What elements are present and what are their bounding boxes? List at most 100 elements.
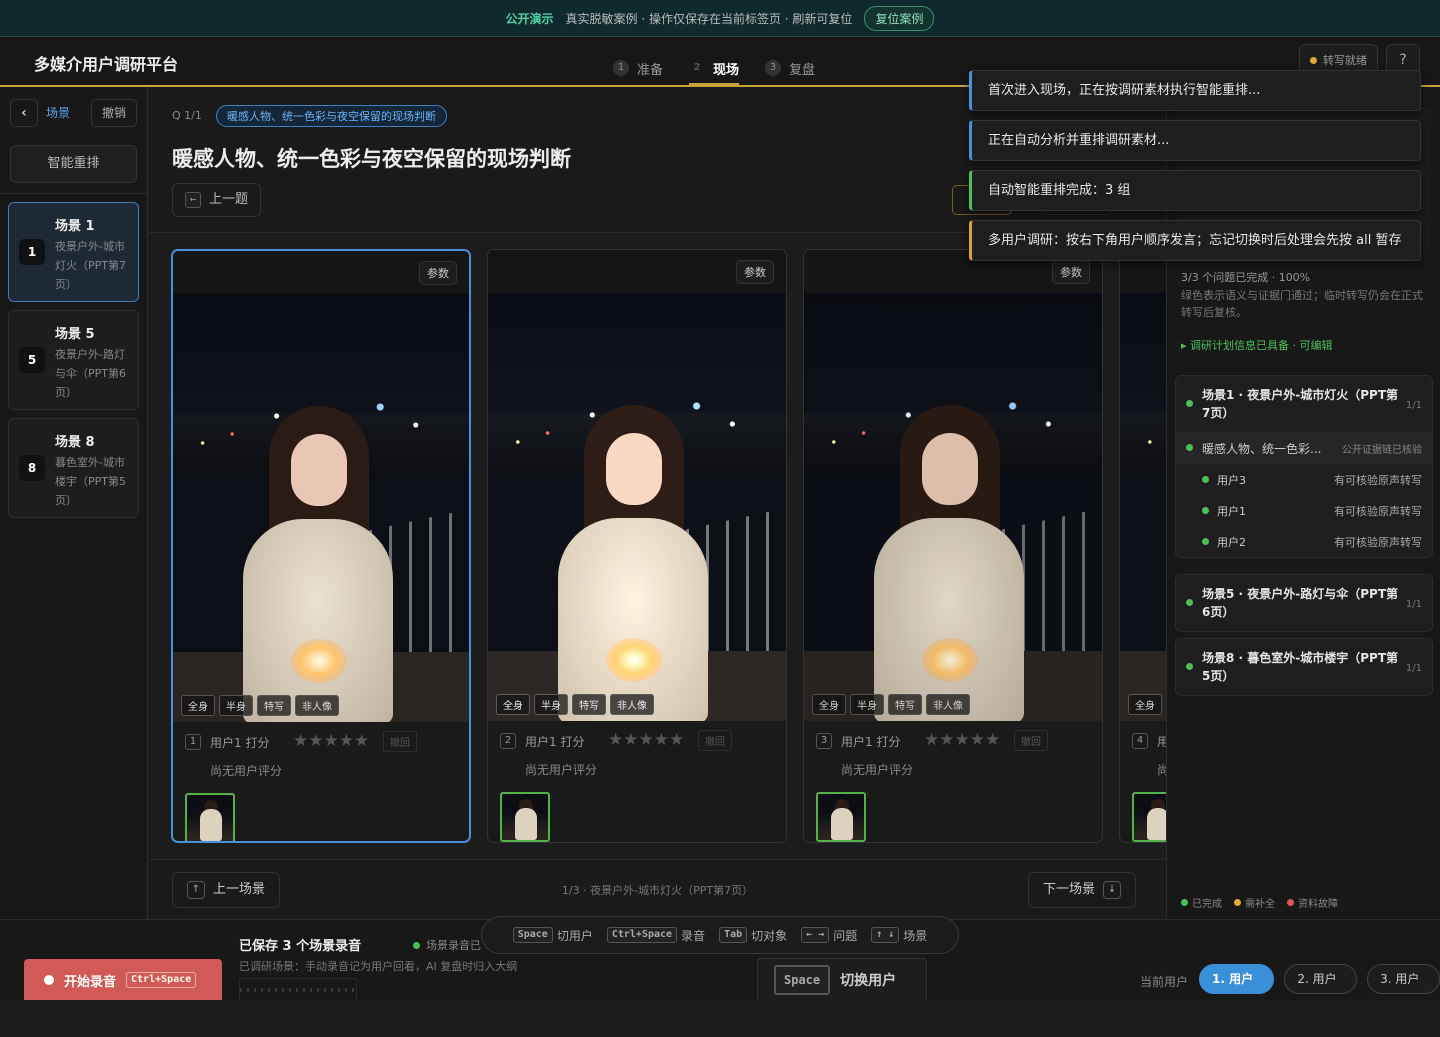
group-title: 场景5 · 夜景户外-路灯与伞（PPT第6页） [1202,587,1399,619]
tag-non-portrait[interactable]: 非人像 [295,695,339,716]
app-title: 多媒介用户调研平台 [34,55,179,74]
status-dot-icon [1186,599,1193,606]
toast-info[interactable]: 首次进入现场，正在按调研素材执行智能重排... [969,70,1421,111]
question-title: 暖感人物、统一色彩与夜空保留的现场判断 [172,147,571,171]
shortcut-switch-user: Space 切用户 [512,927,593,944]
scene-desc: 夜景户外-路灯与伞（PPT第6页） [55,348,126,399]
divider [0,193,147,194]
toast-info[interactable]: 正在自动分析并重排调研素材... [969,120,1421,161]
card-index: 1 [185,734,201,750]
photo-card[interactable]: 参数 全身 半身 特写 非人像 2 用户1 打分 ★★★★★ 撤回 尚无用户评分 [487,249,787,843]
scene-number: 5 [19,347,45,373]
group-title: 场景8 · 暮色室外-城市楼宇（PPT第5页） [1202,651,1399,683]
prev-question-button[interactable]: ← 上一题 [172,183,262,217]
left-arrow-icon: ← [185,192,202,208]
scene-title: 场景 8 [55,435,95,450]
back-button[interactable]: ‹ [10,99,38,127]
legend-incomplete: 需补全 [1234,895,1275,910]
star-rating[interactable]: ★★★★★ [608,730,684,750]
record-icon [44,975,54,985]
smart-reorder-button[interactable]: 智能重排 [10,145,137,183]
scene-desc: 暮色室外-城市楼宇（PPT第5页） [55,456,126,507]
no-rating-text: 尚无用户评分 [841,763,914,777]
status-dot-icon [1186,400,1193,407]
toast-warning[interactable]: 多用户调研：按右下角用户顺序发言；忘记切换时后处理会先按 all 暂存 [969,220,1421,261]
shortcut-record: Ctrl+Space 录音 [606,927,705,944]
user-row[interactable]: 用户1 有可核验原声转写 [1176,495,1432,526]
legend-fault: 资料故障 [1287,895,1338,910]
progress-text: 3/3 个问题已完成 · 100% [1181,271,1311,284]
user-row[interactable]: 用户2 有可核验原声转写 [1176,526,1432,557]
status-dot-icon [413,941,420,949]
portrait-photo[interactable]: 全身 半身 特写 非人像 [173,294,469,722]
status-dot-icon [1310,56,1317,64]
step-prepare[interactable]: 1 准备 [613,51,663,85]
photo-card[interactable]: 参数 全身 半身 特写 非人像 1 用户1 打分 ★★★★★ 撤回 尚无用户评分 [171,249,471,843]
params-button[interactable]: 参数 [736,260,774,284]
recording-bar: 开始录音 Ctrl+Space 已保存 3 个场景录音 场景录音已 已调研场景：手… [0,916,1440,1014]
undo-button[interactable]: 撤销 [90,99,137,127]
params-button[interactable]: 参数 [419,261,457,285]
current-user-label: 当前用户 [1140,975,1189,989]
user-1-button[interactable]: 1. 用户1 [1199,964,1275,1014]
group-count: 1/1 [1405,663,1422,674]
scene-group[interactable]: 场景1 · 夜景户外-城市灯火（PPT第7页） 1/1 暖感人物、统一色彩... 公… [1175,375,1433,558]
start-recording-button[interactable]: 开始录音 Ctrl+Space [24,959,222,1001]
tag-full-body[interactable]: 全身 [496,694,530,715]
tag-closeup[interactable]: 特写 [572,694,606,715]
tag-non-portrait[interactable]: 非人像 [926,694,970,715]
tag-closeup[interactable]: 特写 [257,695,291,716]
down-arrow-icon: ↓ [1103,881,1122,899]
no-rating-text: 尚无用户评分 [210,764,283,778]
scene-card[interactable]: 场景 1 1 夜景户外-城市灯火（PPT第7页） [8,202,139,302]
revoke-button[interactable]: 撤回 [383,731,417,752]
user-row[interactable]: 用户3 有可核验原声转写 [1176,464,1432,495]
revoke-button[interactable]: 撤回 [1014,730,1048,751]
step-onsite[interactable]: 2 现场 [689,51,740,85]
portrait-photo[interactable]: 全身 [1120,293,1166,721]
toast-success[interactable]: 自动智能重排完成：3 组 [969,170,1421,211]
switch-user-button[interactable]: Space 切换用户 [757,958,927,1001]
portrait-photo[interactable]: 全身 半身 特写 非人像 [488,293,786,721]
photo-cards: 参数 全身 半身 特写 非人像 1 用户1 打分 ★★★★★ 撤回 尚无用户评分 参数 [149,233,1166,859]
progress-note: 绿色表示语义与证据门通过；临时转写仍会在正式转写后复核。 [1181,289,1423,319]
plan-link[interactable]: ▸ 调研计划信息已具备 · 可编辑 [1181,337,1333,353]
photo-thumbnail[interactable] [500,792,550,842]
user-3-button[interactable]: 3. 用户3 [1367,964,1440,1014]
portrait-photo[interactable]: 全身 半身 特写 非人像 [804,293,1102,721]
tag-half-body[interactable]: 半身 [850,694,884,715]
scene-footer: ↑ 上一场景 1/3 · 夜景户外-城市灯火（PPT第7页） 下一场景 ↓ [149,859,1166,919]
scene-group[interactable]: 场景5 · 夜景户外-路灯与伞（PPT第6页） 1/1 [1175,574,1433,632]
question-pill[interactable]: 暖感人物、统一色彩与夜空保留的现场判断 [216,105,447,127]
question-counter: Q 1/1 [172,109,202,122]
user-2-button[interactable]: 2. 用户2 [1284,964,1358,1014]
tag-full-body[interactable]: 全身 [181,695,215,716]
shortcut-question: ← → 问题 [801,927,857,944]
scene-card[interactable]: 场景 8 8 暮色室外-城市楼宇（PPT第5页） [8,418,139,518]
tag-full-body[interactable]: 全身 [1128,694,1162,715]
photo-thumbnail[interactable] [816,792,866,842]
star-rating[interactable]: ★★★★★ [924,730,1000,750]
tag-half-body[interactable]: 半身 [534,694,568,715]
rater-label: 用户1 打分 [210,736,270,750]
shortcut-hints: Space 切用户 Ctrl+Space 录音 Tab 切对象 ← → 问题 ↑ ↓ 场景 [481,916,959,954]
next-scene-button[interactable]: 下一场景 ↓ [1028,872,1137,908]
star-rating[interactable]: ★★★★★ [293,731,369,751]
photo-card[interactable]: 参数 全身 4 用户1 打分 尚无用户评分 [1119,249,1166,843]
page-bottom [0,1000,1440,1037]
group-title: 场景1 · 夜景户外-城市灯火（PPT第7页） [1202,388,1399,420]
tag-half-body[interactable]: 半身 [219,695,253,716]
reset-case-button[interactable]: 复位案例 [864,5,935,31]
tag-closeup[interactable]: 特写 [888,694,922,715]
photo-card[interactable]: 参数 全身 半身 特写 非人像 3 用户1 打分 ★★★★★ 撤回 尚无用户评分 [803,249,1103,843]
scene-group[interactable]: 场景8 · 暮色室外-城市楼宇（PPT第5页） 1/1 [1175,638,1433,696]
photo-thumbnail[interactable] [1132,792,1166,842]
step-review[interactable]: 3 复盘 [765,51,815,85]
revoke-button[interactable]: 撤回 [698,730,732,751]
photo-thumbnail[interactable] [185,793,235,841]
tag-non-portrait[interactable]: 非人像 [610,694,654,715]
tag-full-body[interactable]: 全身 [812,694,846,715]
scene-number: 1 [19,239,45,265]
question-row[interactable]: 暖感人物、统一色彩... 公开证据链已核验 [1176,432,1432,464]
scene-card[interactable]: 场景 5 5 夜景户外-路灯与伞（PPT第6页） [8,310,139,410]
